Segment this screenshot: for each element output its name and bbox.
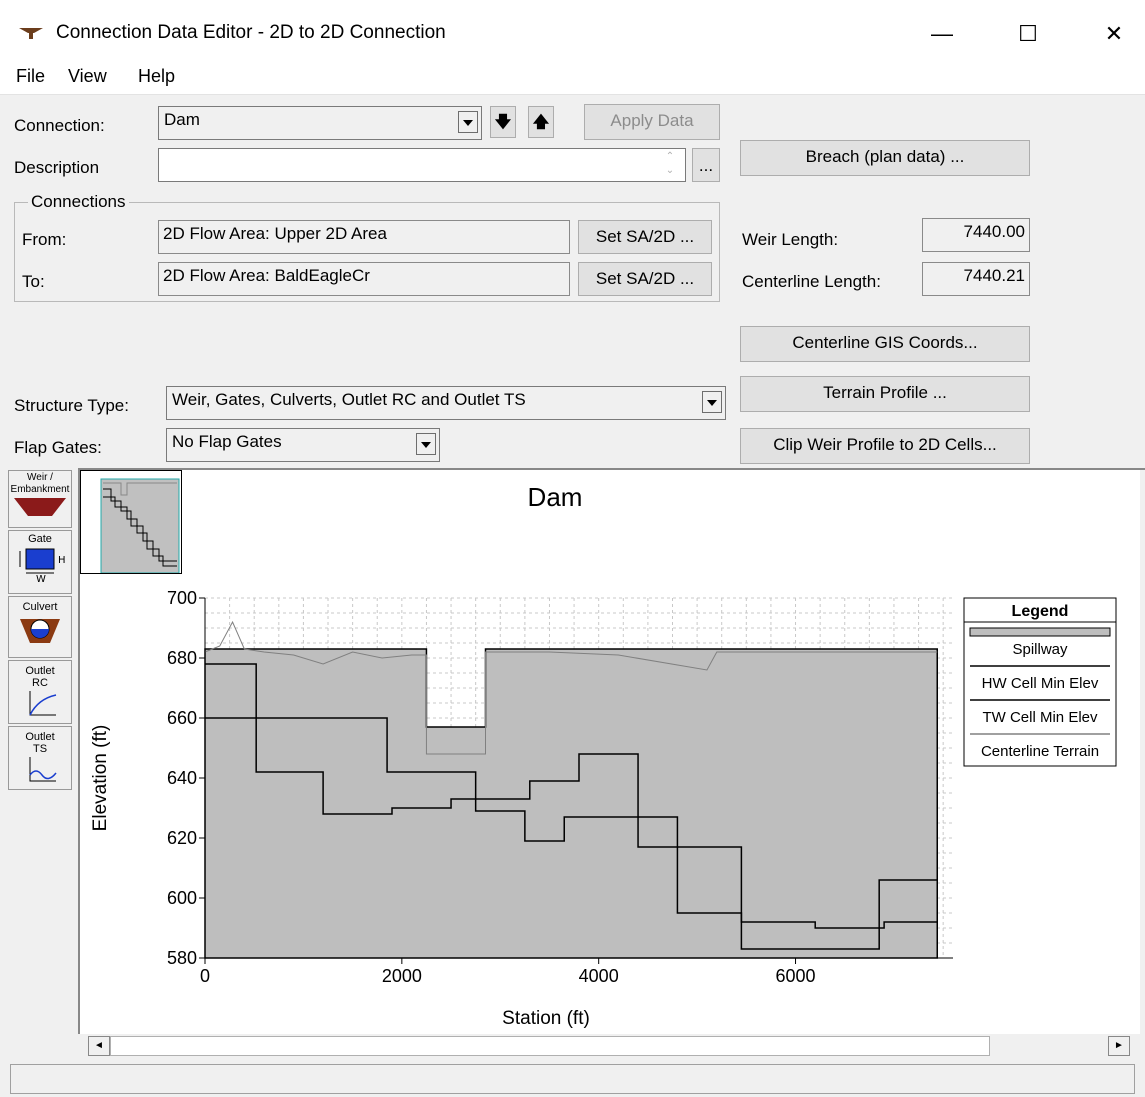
outlet-ts-label: Outlet TS xyxy=(25,731,55,755)
structure-type-value: Weir, Gates, Culverts, Outlet RC and Out… xyxy=(172,390,526,409)
gate-button[interactable]: Gate H W xyxy=(8,530,72,594)
chevron-down-icon[interactable] xyxy=(416,433,436,455)
chart-title: Dam xyxy=(528,482,583,512)
to-label: To: xyxy=(22,272,45,291)
from-field: 2D Flow Area: Upper 2D Area xyxy=(158,220,570,254)
y-tick-label: 680 xyxy=(167,648,197,668)
window-title: Connection Data Editor - 2D to 2D Connec… xyxy=(56,22,446,43)
arrow-up-icon: 🡅 xyxy=(532,114,550,131)
connections-group-label: Connections xyxy=(28,192,129,212)
legend-entry: TW Cell Min Elev xyxy=(982,709,1098,726)
connection-label: Connection: xyxy=(14,116,105,135)
description-ellipsis-button[interactable]: ... xyxy=(692,148,720,182)
next-connection-button[interactable]: 🡅 xyxy=(528,106,554,138)
spillway-area xyxy=(204,648,939,959)
weir-length-value: 7440.00 xyxy=(922,218,1030,252)
legend-swatch xyxy=(969,627,1111,637)
scroll-left-button[interactable]: ◄ xyxy=(88,1036,110,1056)
flap-gates-label: Flap Gates: xyxy=(14,438,102,457)
chevron-down-icon[interactable] xyxy=(702,391,722,413)
rating-curve-icon xyxy=(29,691,57,716)
connection-select[interactable]: Dam xyxy=(158,106,482,140)
svg-text:W: W xyxy=(36,574,46,583)
y-axis-label: Elevation (ft) xyxy=(90,725,111,832)
app-icon xyxy=(19,28,43,39)
x-tick-label: 2000 xyxy=(382,966,422,986)
legend-entry: HW Cell Min Elev xyxy=(982,675,1099,692)
connection-value: Dam xyxy=(164,110,200,129)
outlet-rc-label: Outlet RC xyxy=(25,665,55,689)
x-axis-label: Station (ft) xyxy=(502,1008,590,1029)
description-label: Description xyxy=(14,158,100,177)
outlet-rc-button[interactable]: Outlet RC xyxy=(8,660,72,724)
x-tick-label: 4000 xyxy=(579,966,619,986)
outlet-ts-button[interactable]: Outlet TS xyxy=(8,726,72,790)
legend-entry: Centerline Terrain xyxy=(981,743,1099,760)
y-tick-label: 600 xyxy=(167,888,197,908)
x-tick-label: 0 xyxy=(200,966,210,986)
y-tick-label: 640 xyxy=(167,768,197,788)
menu-view[interactable]: View xyxy=(68,66,107,87)
vertical-scrollbar[interactable] xyxy=(1140,470,1145,1036)
clip-weir-profile-button[interactable]: Clip Weir Profile to 2D Cells... xyxy=(740,428,1030,464)
to-field: 2D Flow Area: BaldEagleCr xyxy=(158,262,570,296)
legend-entry: Spillway xyxy=(1012,641,1068,658)
svg-text:H: H xyxy=(58,555,66,566)
culvert-button[interactable]: Culvert xyxy=(8,596,72,658)
from-label: From: xyxy=(22,230,67,249)
status-bar xyxy=(10,1064,1135,1094)
close-button[interactable]: ✕ xyxy=(1084,14,1144,54)
embankment-icon xyxy=(14,498,66,516)
y-tick-label: 660 xyxy=(167,708,197,728)
previous-connection-button[interactable]: 🡇 xyxy=(490,106,516,138)
scroll-thumb[interactable] xyxy=(110,1036,990,1056)
apply-data-button[interactable]: Apply Data xyxy=(584,104,720,140)
set-from-sa2d-button[interactable]: Set SA/2D ... xyxy=(578,220,712,254)
menu-help[interactable]: Help xyxy=(138,66,175,87)
terrain-profile-button[interactable]: Terrain Profile ... xyxy=(740,376,1030,412)
menu-file[interactable]: File xyxy=(16,66,45,87)
scroll-right-button[interactable]: ► xyxy=(1108,1036,1130,1056)
centerline-length-label: Centerline Length: xyxy=(742,272,881,291)
breach-button[interactable]: Breach (plan data) ... xyxy=(740,140,1030,176)
time-series-icon xyxy=(29,757,57,782)
description-spinner[interactable]: ⌃ ⌄ xyxy=(658,150,682,180)
weir-length-label: Weir Length: xyxy=(742,230,839,249)
minimize-button[interactable]: — xyxy=(912,14,972,54)
weir-embankment-button[interactable]: Weir / Embankment xyxy=(8,470,72,528)
set-to-sa2d-button[interactable]: Set SA/2D ... xyxy=(578,262,712,296)
culvert-icon xyxy=(20,619,60,643)
structure-type-label: Structure Type: xyxy=(14,396,129,415)
chevron-down-icon[interactable] xyxy=(458,111,478,133)
structure-type-select[interactable]: Weir, Gates, Culverts, Outlet RC and Out… xyxy=(166,386,726,420)
centerline-length-value: 7440.21 xyxy=(922,262,1030,296)
y-tick-label: 700 xyxy=(167,588,197,608)
gate-label: Gate xyxy=(28,533,52,545)
culvert-label: Culvert xyxy=(22,601,58,613)
centerline-gis-coords-button[interactable]: Centerline GIS Coords... xyxy=(740,326,1030,362)
weir-embankment-label: Weir / Embankment xyxy=(10,472,70,495)
y-tick-label: 580 xyxy=(167,948,197,968)
maximize-button[interactable]: ☐ xyxy=(998,14,1058,54)
legend-title: Legend xyxy=(1012,603,1069,620)
flap-gates-value: No Flap Gates xyxy=(172,432,282,451)
description-input[interactable] xyxy=(158,148,686,182)
y-tick-label: 620 xyxy=(167,828,197,848)
flap-gates-select[interactable]: No Flap Gates xyxy=(166,428,440,462)
elevation-profile-chart: 580 600 620 640 660 680 700 0 2000 4000 6000 Dam Sta… xyxy=(90,482,1117,1029)
x-tick-label: 6000 xyxy=(776,966,816,986)
arrow-down-icon: 🡇 xyxy=(494,114,512,131)
gate-icon: H W xyxy=(19,548,66,585)
horizontal-scrollbar[interactable]: ◄ ► xyxy=(80,1034,1138,1058)
